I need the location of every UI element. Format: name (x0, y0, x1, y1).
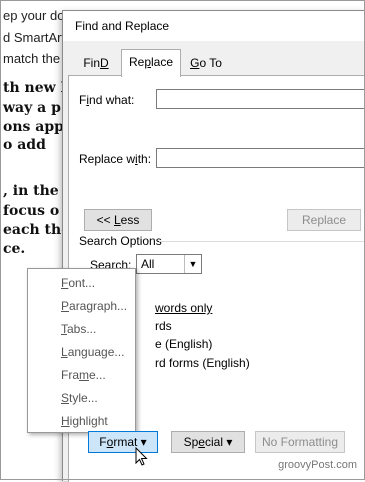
mouse-pointer-icon (135, 447, 148, 466)
doc-line: ce. (3, 241, 26, 257)
tab-replace-accesskey: p (144, 55, 151, 69)
group-divider (159, 241, 364, 242)
format-label-rest: rmat (113, 435, 138, 449)
find-what-label-rest: nd what: (89, 93, 135, 107)
doc-line: ons app (3, 119, 64, 135)
replace-button[interactable]: Replace (287, 209, 361, 231)
doc-line: , in the (3, 183, 59, 199)
doc-line: o add (3, 137, 46, 153)
watermark: groovyPost.com (278, 459, 357, 471)
search-options-heading: Search Options (79, 234, 162, 248)
menu-accesskey: S (61, 391, 70, 405)
find-what-input[interactable] (156, 89, 365, 109)
tab-replace[interactable]: Replace (121, 49, 181, 77)
less-button-label: ess (120, 213, 140, 227)
doc-line: match the (3, 51, 61, 66)
menu-item-font[interactable]: Font... (61, 276, 95, 290)
menu-accesskey: H (61, 414, 70, 428)
caret-down-icon: ▾ (226, 435, 233, 449)
replace-with-label: Replace with: (79, 152, 151, 166)
menu-item-paragraph[interactable]: Paragraph... (61, 299, 127, 313)
format-menu: Font... Paragraph... Tabs... Language...… (27, 268, 136, 433)
menu-item-label: anguage... (67, 345, 125, 359)
menu-item-label: aragraph... (69, 299, 128, 313)
menu-accesskey: P (61, 299, 70, 313)
whole-words-option[interactable]: words only (155, 301, 212, 315)
menu-item-label: ighlight (69, 414, 108, 428)
less-button-prefix: << (96, 213, 114, 227)
replace-with-label-text: Replace w (79, 152, 136, 166)
tab-find-accesskey: D (100, 56, 109, 70)
format-label: F (99, 435, 107, 449)
special-label-rest: cial (204, 435, 223, 449)
wildcards-option[interactable]: rds (155, 319, 172, 333)
whole-words-label: words only (155, 301, 213, 315)
special-label: Sp (183, 435, 199, 449)
menu-item-tabs[interactable]: Tabs... (61, 322, 96, 336)
doc-line: th new l (3, 80, 66, 96)
menu-item-style[interactable]: Style... (61, 391, 98, 405)
less-button[interactable]: << Less (84, 209, 152, 231)
special-accesskey: e (198, 435, 205, 449)
doc-line: way a p (3, 100, 61, 116)
menu-item-language[interactable]: Language... (61, 345, 124, 359)
tab-replace-label-rest: lace (151, 55, 174, 69)
less-accesskey: L (113, 213, 121, 227)
menu-item-frame[interactable]: Frame... (61, 368, 106, 382)
search-direction-value: All (141, 257, 155, 271)
tab-goto[interactable]: Go To (185, 53, 227, 75)
word-forms-option[interactable]: rd forms (English) (155, 356, 250, 370)
doc-line: each the (3, 222, 70, 238)
menu-item-label-rest: e... (89, 368, 106, 382)
search-direction-select[interactable]: All ▼ (136, 254, 202, 274)
title-bar: Find and Replace (63, 11, 365, 41)
menu-item-label: Fra (61, 368, 79, 382)
find-what-label: Find what: (79, 93, 134, 107)
chevron-down-icon: ▼ (184, 255, 201, 273)
tab-find[interactable]: FinD (77, 53, 115, 75)
replace-with-label-rest: th: (137, 152, 152, 166)
doc-line: focus o (3, 203, 60, 219)
menu-item-label: tyle... (69, 391, 98, 405)
replace-with-input[interactable] (156, 148, 365, 168)
no-formatting-button[interactable]: No Formatting (255, 431, 345, 453)
dialog-title: Find and Replace (75, 19, 170, 33)
menu-item-highlight[interactable]: Highlight (61, 414, 108, 428)
menu-item-label: abs... (67, 322, 97, 336)
special-button[interactable]: Special ▾ (171, 431, 245, 453)
sounds-like-option[interactable]: e (English) (155, 337, 212, 351)
doc-line: ep your do (3, 8, 65, 23)
tab-replace-label: Re (128, 55, 145, 69)
tab-find-label: Fin (83, 56, 100, 70)
document-background: ep your do d SmartArt match the th new l… (0, 0, 70, 300)
doc-line: d SmartArt (3, 30, 66, 45)
menu-accesskey: m (79, 368, 89, 382)
tab-goto-label: o To (199, 56, 222, 70)
menu-accesskey: L (61, 345, 68, 359)
menu-item-label: ont... (68, 276, 96, 290)
